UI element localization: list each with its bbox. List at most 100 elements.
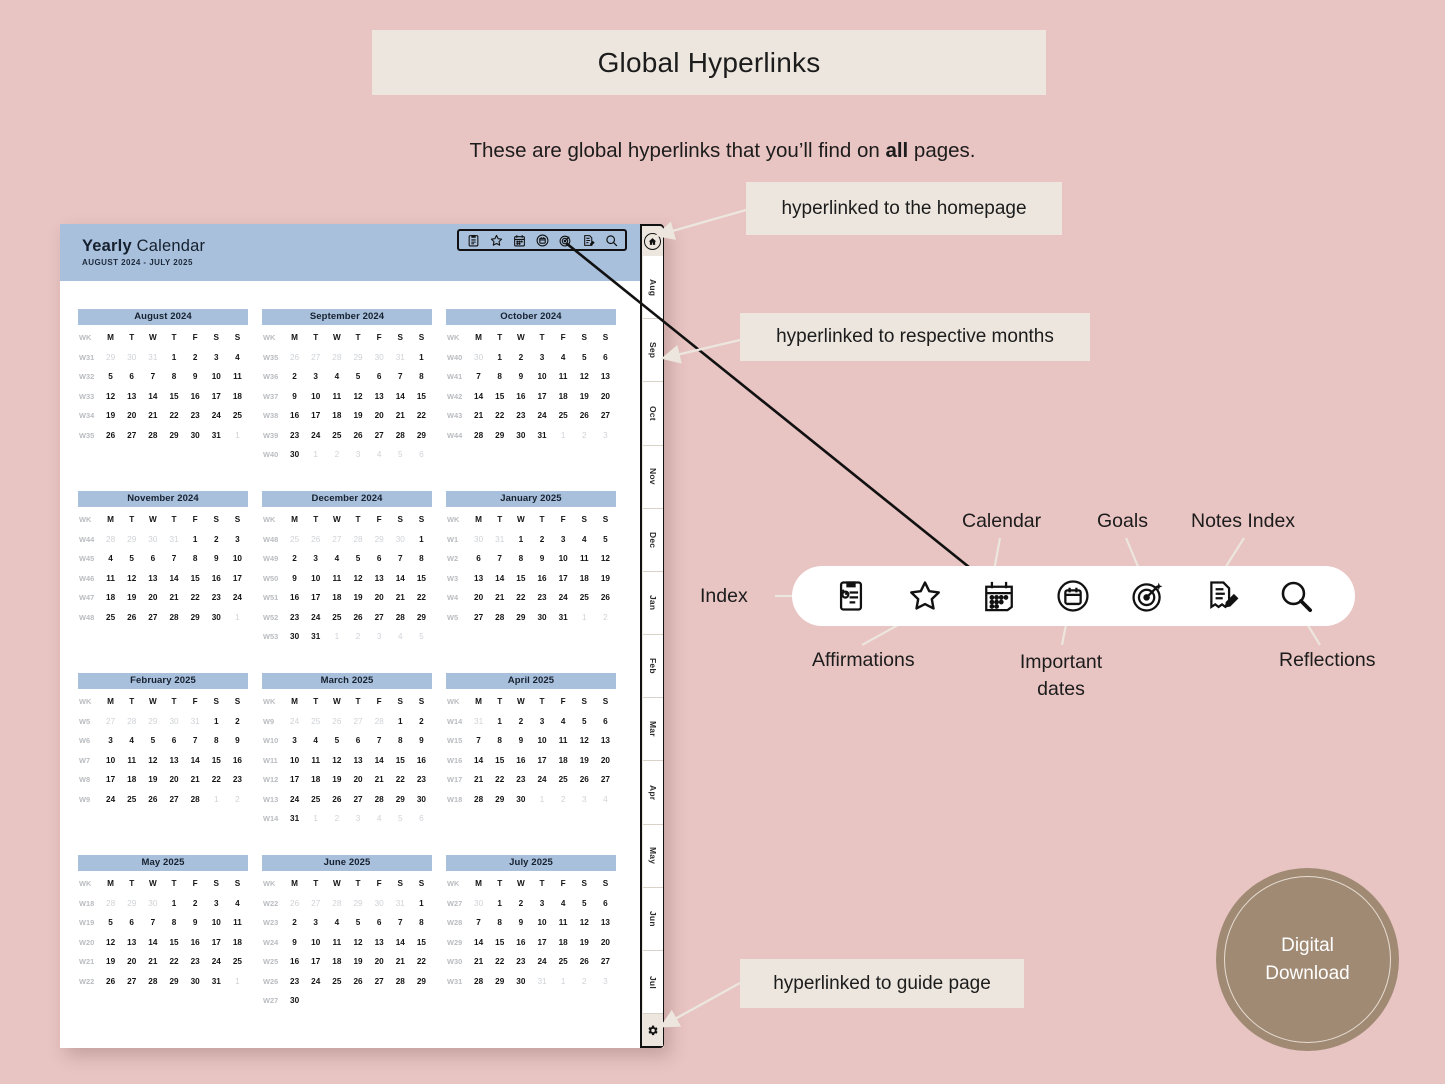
month-block[interactable]: February 2025 WK M T W T F S S W5 27 28 29 30 31 1 2 W6 3 4… <box>78 673 248 855</box>
month-block[interactable]: November 2024 WK M T W T F S S W44 28 29 30 31 1 2 3 W45 4… <box>78 491 248 673</box>
month-block[interactable]: August 2024 WK M T W T F S S W31 29 30 31 1 2 3 4 W32 5 6 7 8… <box>78 309 248 491</box>
week-col-header: WK <box>263 697 276 707</box>
day-cell: 13 <box>148 573 158 583</box>
month-day-grid: WK M T W T F S S W14 31 1 2 3 4 5 6 W15 7 8 9 10 11 12 13 W16 14 1… <box>446 692 616 809</box>
important-dates-icon[interactable] <box>535 233 549 247</box>
weekday-header: S <box>602 697 609 707</box>
month-block[interactable]: October 2024 WK M T W T F S S W40 30 1 2 3 4 5 6 W41 7 8 9 10… <box>446 309 616 491</box>
rail-month-tabs[interactable]: Aug Sep Oct Nov Dec Jan Feb Mar Apr May Jun Jul <box>642 256 663 1015</box>
day-cell: 6 <box>150 554 156 564</box>
legend-search-icon[interactable] <box>1275 575 1317 617</box>
day-cell: 14 <box>474 755 484 765</box>
month-block[interactable]: April 2025 WK M T W T F S S W14 31 1 2 3 4 5 6 W15 7 8 9 10 11… <box>446 673 616 855</box>
week-number: W8 <box>79 775 91 785</box>
day-cell: 22 <box>416 957 426 967</box>
week-row: W36 2 3 4 5 6 7 8 <box>262 367 432 387</box>
week-row: W25 16 17 18 19 20 21 22 <box>262 952 432 972</box>
week-row: W20 12 13 14 15 16 17 18 <box>78 933 248 953</box>
rail-tab-jun[interactable]: Jun <box>643 887 663 951</box>
rail-tab-may[interactable]: May <box>643 824 663 888</box>
day-cell-adjacent: 2 <box>603 612 608 622</box>
day-cell-adjacent: 30 <box>374 898 384 908</box>
legend-calendar-icon[interactable] <box>978 575 1020 617</box>
day-cell: 21 <box>190 775 200 785</box>
day-cell: 21 <box>395 593 405 603</box>
day-cell-adjacent: 28 <box>332 898 342 908</box>
legend-index-icon[interactable] <box>830 575 872 617</box>
rail-tab-jul[interactable]: Jul <box>643 950 663 1015</box>
month-block[interactable]: January 2025 WK M T W T F S S W1 30 31 1 2 3 4 5 W2 6 7 8 9 10… <box>446 491 616 673</box>
day-cell: 17 <box>290 775 300 785</box>
day-cell-adjacent: 29 <box>374 534 384 544</box>
day-cell: 16 <box>290 957 300 967</box>
legend-important-dates-icon[interactable] <box>1052 575 1094 617</box>
day-cell: 13 <box>374 391 384 401</box>
day-cell: 4 <box>334 372 340 382</box>
week-row: W14 31 1 2 3 4 5 6 <box>262 809 432 829</box>
day-cell: 29 <box>416 430 426 440</box>
day-cell: 2 <box>213 534 219 544</box>
star-icon[interactable] <box>489 233 503 247</box>
week-number: W48 <box>79 612 95 622</box>
rail-settings-button[interactable] <box>642 1014 663 1046</box>
week-row: W21 19 20 21 22 23 24 25 <box>78 952 248 972</box>
day-cell: 21 <box>148 411 158 421</box>
rail-tab-mar[interactable]: Mar <box>643 698 663 762</box>
day-cell: 21 <box>395 957 405 967</box>
month-block[interactable]: July 2025 WK M T W T F S S W27 30 1 2 3 4 5 6 W28 7 8 9 10 11 1… <box>446 855 616 1037</box>
week-number: W29 <box>447 937 463 947</box>
legend-goals-target-icon[interactable] <box>1127 575 1169 617</box>
day-cell: 25 <box>558 957 568 967</box>
week-number: W26 <box>263 976 279 986</box>
legend-notes-index-icon[interactable] <box>1201 575 1243 617</box>
rail-home-button[interactable] <box>642 226 663 256</box>
badge-line1: Digital <box>1281 934 1334 956</box>
search-icon[interactable] <box>604 233 618 247</box>
day-cell: 12 <box>332 755 342 765</box>
month-block[interactable]: June 2025 WK M T W T F S S W22 26 27 28 29 30 31 1 W23 2 3 4… <box>262 855 432 1037</box>
day-cell: 9 <box>192 918 198 928</box>
month-block[interactable]: September 2024 WK M T W T F S S W35 26 27 28 29 30 31 1 W… <box>262 309 432 491</box>
goals-target-icon[interactable] <box>558 233 572 247</box>
weekday-header: T <box>355 697 361 707</box>
day-cell: 11 <box>558 736 568 746</box>
day-cell: 18 <box>558 391 568 401</box>
calendar-icon[interactable] <box>512 233 526 247</box>
month-name: January 2025 <box>446 491 616 507</box>
day-cell: 25 <box>311 794 321 804</box>
day-cell-adjacent: 30 <box>374 352 384 362</box>
rail-tab-aug[interactable]: Aug <box>643 256 663 320</box>
day-cell: 30 <box>290 996 300 1006</box>
week-col-header: WK <box>79 515 92 525</box>
global-hyperlink-toolbar[interactable] <box>457 229 627 251</box>
rail-tab-feb[interactable]: Feb <box>643 635 663 699</box>
day-cell: 16 <box>190 937 200 947</box>
home-icon[interactable] <box>644 232 661 250</box>
month-block[interactable]: May 2025 WK M T W T F S S W18 28 29 30 1 2 3 4 W19 5 6 7 8 9 10… <box>78 855 248 1037</box>
day-cell: 27 <box>474 612 484 622</box>
hyperlink-legend-bar[interactable] <box>792 566 1355 626</box>
day-cell: 18 <box>311 775 321 785</box>
rail-tab-sep[interactable]: Sep <box>643 319 663 383</box>
legend-label-notes-index: Notes Index <box>1191 510 1296 532</box>
day-cell: 19 <box>106 411 116 421</box>
rail-tab-apr[interactable]: Apr <box>643 761 663 825</box>
day-cell: 2 <box>192 352 198 362</box>
weekday-header: T <box>171 879 177 889</box>
rail-tab-nov[interactable]: Nov <box>643 445 663 509</box>
day-cell: 16 <box>232 755 242 765</box>
rail-tab-jan[interactable]: Jan <box>643 571 663 636</box>
index-icon[interactable] <box>466 233 480 247</box>
week-row: W39 23 24 25 26 27 28 29 <box>262 426 432 446</box>
day-cell: 5 <box>581 352 587 362</box>
gear-icon[interactable] <box>646 1024 659 1037</box>
rail-tab-oct[interactable]: Oct <box>643 382 663 446</box>
week-row: W31 29 30 31 1 2 3 4 <box>78 348 248 368</box>
month-name: May 2025 <box>78 855 248 871</box>
rail-tab-dec[interactable]: Dec <box>643 508 663 572</box>
legend-star-icon[interactable] <box>904 575 946 617</box>
month-block[interactable]: March 2025 WK M T W T F S S W9 24 25 26 27 28 1 2 W10 3 4 5 6… <box>262 673 432 855</box>
notes-index-icon[interactable] <box>581 233 595 247</box>
day-cell: 19 <box>600 573 610 583</box>
month-block[interactable]: December 2024 WK M T W T F S S W48 25 26 27 28 29 30 1 W4… <box>262 491 432 673</box>
